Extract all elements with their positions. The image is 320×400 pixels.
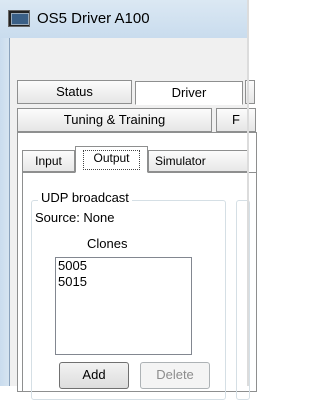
subtab-output[interactable]: Output bbox=[75, 146, 148, 173]
tab-status[interactable]: Status bbox=[17, 80, 132, 104]
add-button[interactable]: Add bbox=[59, 362, 129, 389]
clones-list[interactable]: 5005 5015 bbox=[55, 257, 192, 355]
source-label: Source: None bbox=[35, 210, 115, 225]
tab-partial[interactable]: F bbox=[216, 108, 256, 132]
tab-tuning-training[interactable]: Tuning & Training bbox=[17, 108, 212, 132]
app-icon[interactable] bbox=[8, 10, 30, 27]
delete-button[interactable]: Delete bbox=[140, 362, 210, 389]
window-frame bbox=[0, 38, 9, 386]
list-item[interactable]: 5005 bbox=[56, 258, 191, 274]
window-title: OS5 Driver A100 bbox=[37, 10, 150, 27]
subtab-input[interactable]: Input bbox=[22, 150, 75, 172]
title-bar[interactable]: OS5 Driver A100 bbox=[0, 0, 249, 38]
focus-rectangle bbox=[83, 150, 140, 170]
tab-driver[interactable]: Driver bbox=[135, 81, 243, 105]
subtab-simulator[interactable]: Simulator bbox=[148, 150, 248, 172]
window-right-edge bbox=[247, 0, 249, 386]
udp-broadcast-legend: UDP broadcast bbox=[38, 190, 132, 205]
list-item[interactable]: 5015 bbox=[56, 274, 191, 290]
clones-label: Clones bbox=[87, 236, 128, 251]
